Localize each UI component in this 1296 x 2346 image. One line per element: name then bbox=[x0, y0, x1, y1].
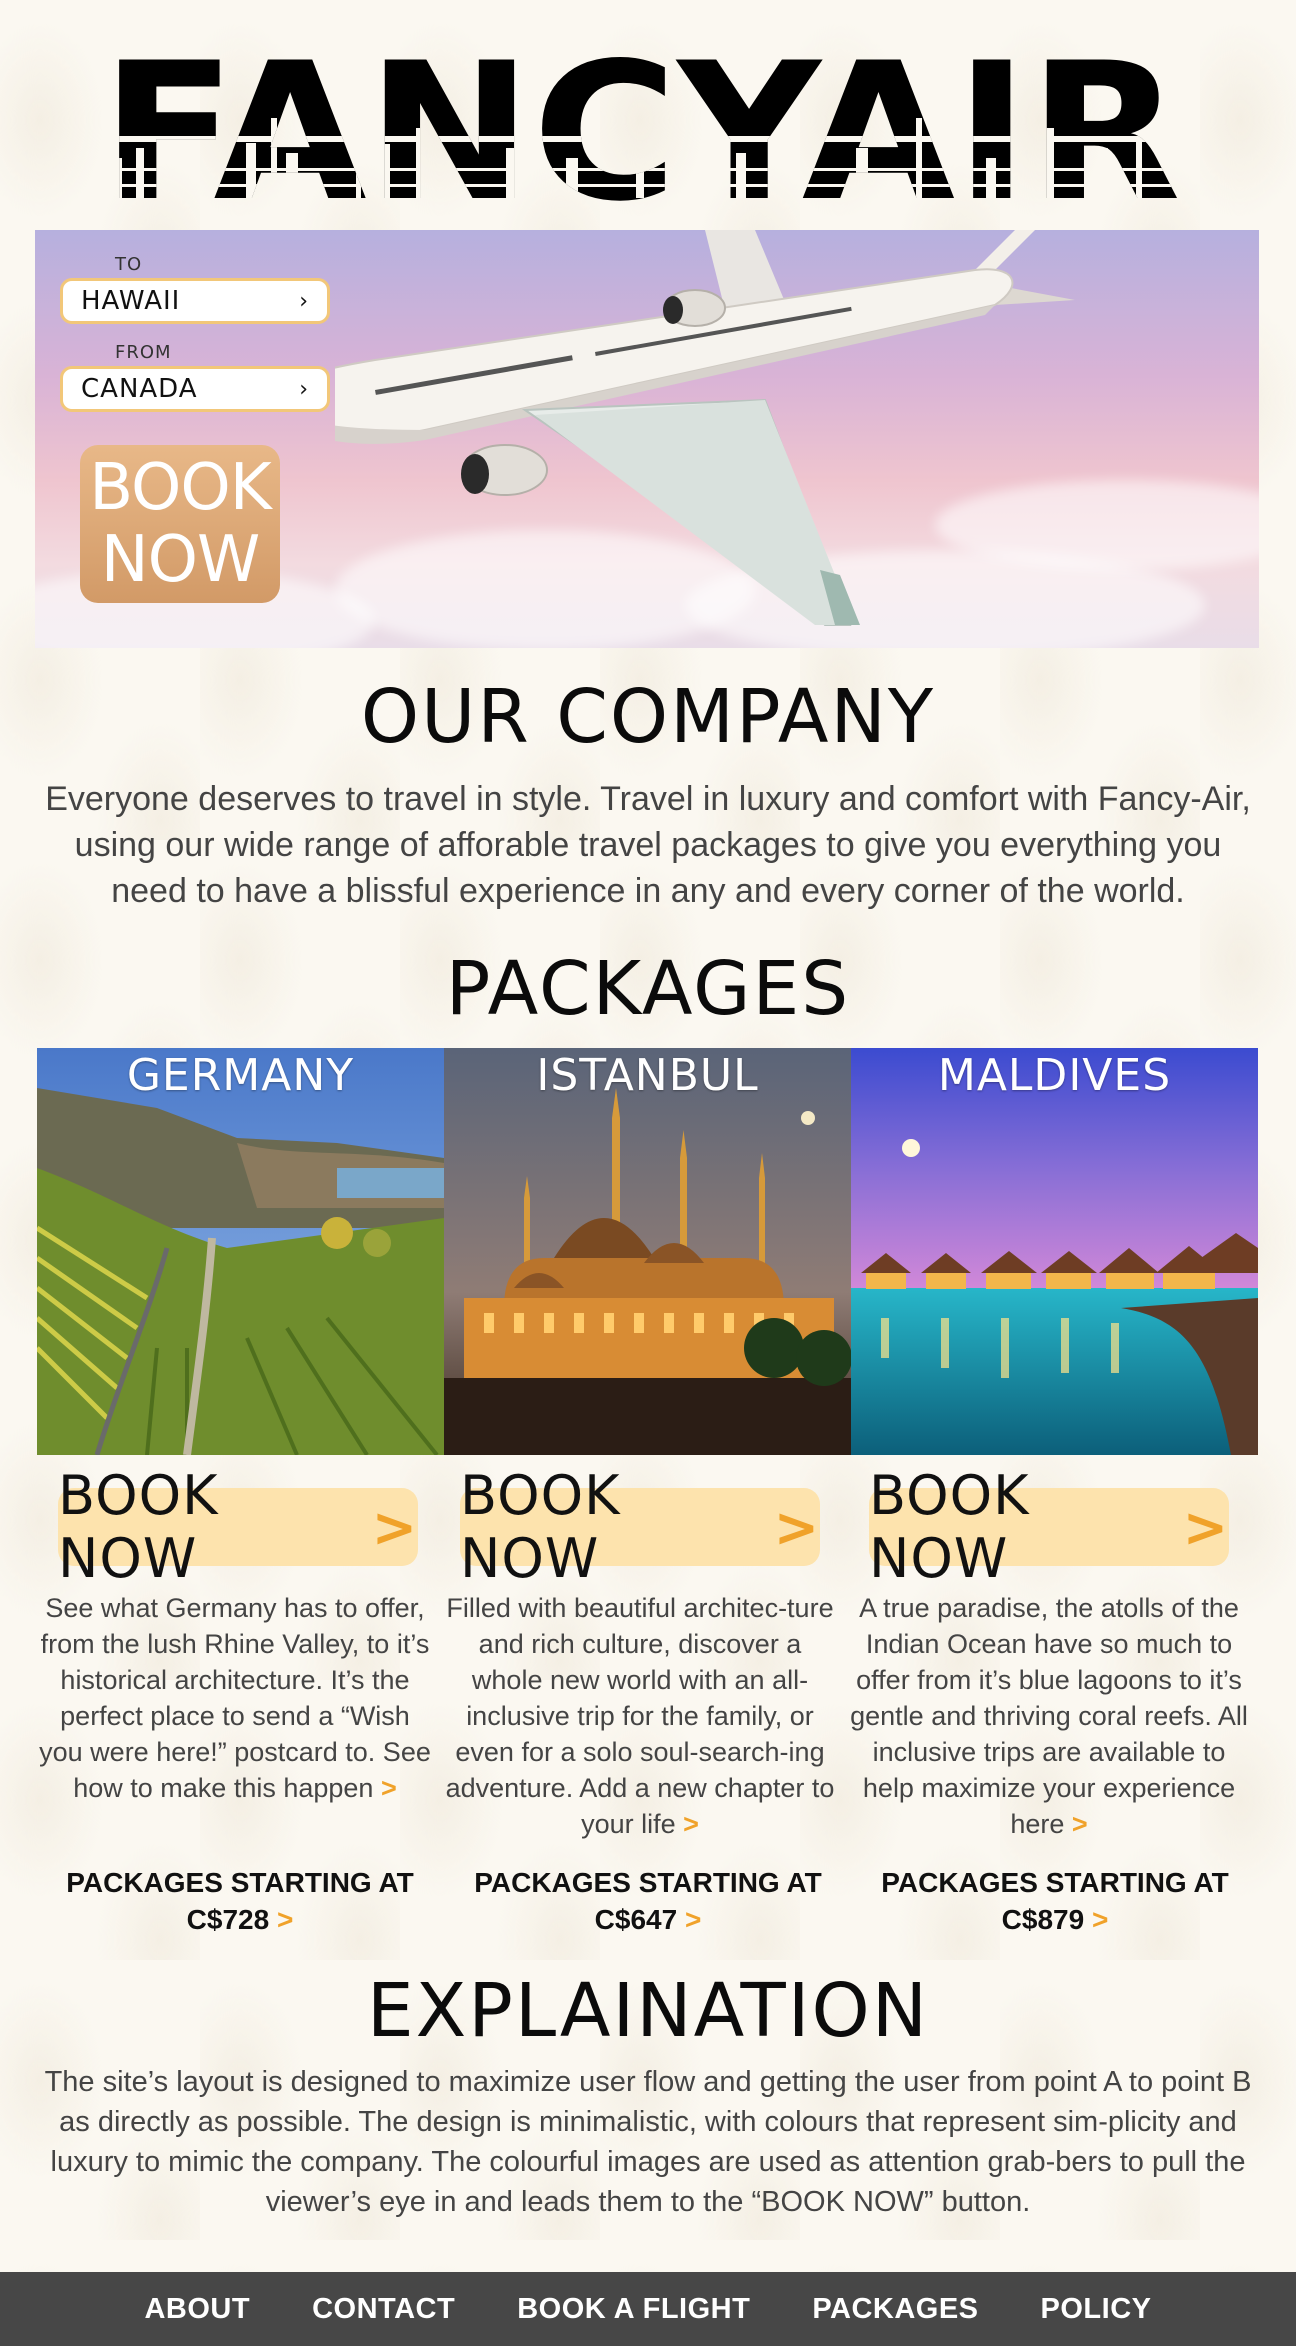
package-title-germany: GERMANY bbox=[126, 1050, 355, 1101]
footer-link-contact[interactable]: CONTACT bbox=[312, 2293, 455, 2326]
packages-title: PACKAGES bbox=[445, 946, 851, 1032]
chevron-right-icon: > bbox=[773, 1495, 820, 1559]
chevron-right-icon: › bbox=[299, 288, 309, 314]
destination-select[interactable]: HAWAII › bbox=[60, 278, 330, 324]
price-label: PACKAGES STARTING AT bbox=[881, 1867, 1229, 1898]
price-label: PACKAGES STARTING AT bbox=[474, 1867, 822, 1898]
package-price-istanbul[interactable]: PACKAGES STARTING AT C$647 > bbox=[448, 1864, 848, 1938]
book-now-label: BOOK NOW bbox=[58, 1464, 219, 1590]
to-label: TO bbox=[115, 254, 143, 275]
hero-book-line1: BOOK bbox=[89, 451, 271, 525]
package-image-istanbul[interactable]: ISTANBUL bbox=[444, 1048, 851, 1455]
destination-value: HAWAII bbox=[81, 286, 181, 316]
book-now-button-germany[interactable]: BOOK NOW > bbox=[58, 1464, 418, 1590]
description-text: See what Germany has to offer, from the … bbox=[39, 1593, 431, 1803]
package-description-maldives: A true paradise, the atolls of the India… bbox=[849, 1590, 1249, 1842]
footer-link-packages[interactable]: PACKAGES bbox=[812, 2293, 978, 2326]
price-label: PACKAGES STARTING AT bbox=[66, 1867, 414, 1898]
package-price-germany[interactable]: PACKAGES STARTING AT C$728 > bbox=[40, 1864, 440, 1938]
footer-link-policy[interactable]: POLICY bbox=[1041, 2293, 1152, 2326]
book-now-button-maldives[interactable]: BOOK NOW > bbox=[869, 1464, 1229, 1590]
package-title-istanbul: ISTANBUL bbox=[536, 1050, 759, 1101]
price-value: C$647 bbox=[594, 1904, 678, 1935]
hero-book-line2: NOW bbox=[100, 523, 261, 597]
chevron-right-icon: > bbox=[371, 1495, 418, 1559]
package-image-germany[interactable]: GERMANY bbox=[37, 1048, 444, 1455]
package-description-istanbul: Filled with beautiful architec-ture and … bbox=[440, 1590, 840, 1842]
hero-banner: TO HAWAII › FROM CANADA › BOOK NOW bbox=[35, 230, 1259, 648]
explanation-description: The site’s layout is designed to maximiz… bbox=[44, 2066, 1252, 2218]
hero-book-now-button[interactable]: BOOK NOW bbox=[80, 445, 280, 603]
description-text: A true paradise, the atolls of the India… bbox=[850, 1593, 1248, 1839]
description-text: Filled with beautiful architec-ture and … bbox=[445, 1593, 835, 1839]
package-price-maldives[interactable]: PACKAGES STARTING AT C$879 > bbox=[855, 1864, 1255, 1938]
origin-select[interactable]: CANADA › bbox=[60, 366, 330, 412]
package-description-germany: See what Germany has to offer, from the … bbox=[35, 1590, 435, 1806]
price-value: C$728 bbox=[186, 1904, 270, 1935]
price-value: C$879 bbox=[1001, 1904, 1085, 1935]
book-now-label: BOOK NOW bbox=[460, 1464, 621, 1590]
chevron-right-icon: > bbox=[684, 1904, 702, 1935]
fancyair-logo[interactable]: FANCYAIR FANCYAIR bbox=[96, 22, 1186, 243]
company-description: Everyone deserves to travel in style. Tr… bbox=[45, 780, 1251, 910]
read-more-arrow-icon[interactable]: > bbox=[683, 1809, 699, 1839]
chevron-right-icon: > bbox=[1182, 1495, 1229, 1559]
chevron-right-icon: > bbox=[1091, 1904, 1109, 1935]
company-title: OUR COMPANY bbox=[360, 674, 936, 760]
footer-link-about[interactable]: ABOUT bbox=[144, 2293, 250, 2326]
maldives-resort-image bbox=[851, 1048, 1258, 1455]
footer-link-book-a-flight[interactable]: BOOK A FLIGHT bbox=[517, 2293, 750, 2326]
chevron-right-icon: > bbox=[276, 1904, 294, 1935]
book-now-label: BOOK NOW bbox=[869, 1464, 1030, 1590]
package-title-maldives: MALDIVES bbox=[937, 1050, 1172, 1101]
read-more-arrow-icon[interactable]: > bbox=[1072, 1809, 1088, 1839]
from-label: FROM bbox=[115, 342, 172, 363]
logo-graphic: FANCYAIR FANCYAIR bbox=[101, 22, 1181, 243]
footer-nav: ABOUT CONTACT BOOK A FLIGHT PACKAGES POL… bbox=[0, 2272, 1296, 2346]
explanation-title: EXPLAINATION bbox=[366, 1968, 930, 2054]
origin-value: CANADA bbox=[81, 374, 198, 404]
germany-landscape-image bbox=[37, 1048, 444, 1455]
read-more-arrow-icon[interactable]: > bbox=[381, 1773, 397, 1803]
airplane-image bbox=[335, 230, 1075, 626]
chevron-right-icon: › bbox=[299, 376, 309, 402]
package-image-maldives[interactable]: MALDIVES bbox=[851, 1048, 1258, 1455]
istanbul-mosque-image bbox=[444, 1048, 851, 1455]
book-now-button-istanbul[interactable]: BOOK NOW > bbox=[460, 1464, 820, 1590]
